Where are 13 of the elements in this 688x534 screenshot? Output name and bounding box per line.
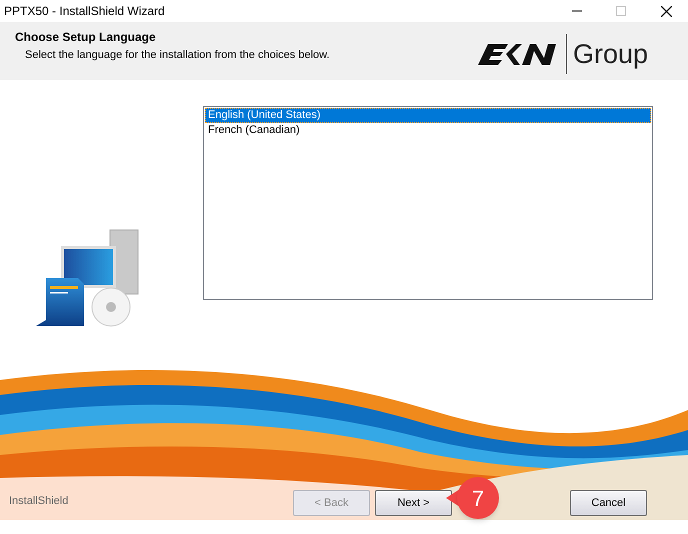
maximize-icon [616,6,626,16]
next-button[interactable]: Next > [375,490,452,516]
brand-label: InstallShield [9,494,68,509]
close-icon[interactable] [661,6,672,16]
computer-icon [34,228,140,327]
language-option[interactable]: French (Canadian) [205,123,651,138]
cancel-button[interactable]: Cancel [570,490,647,516]
language-option[interactable]: English (United States) [205,108,651,123]
page-subtitle: Select the language for the installation from the choices below. [25,49,330,62]
window-title: PPTX50 - InstallShield Wizard [4,3,165,20]
page-heading: Choose Setup Language [15,30,157,44]
language-list[interactable]: English (United States) French (Canadian) [203,106,653,300]
logo-text: Group [572,39,648,69]
